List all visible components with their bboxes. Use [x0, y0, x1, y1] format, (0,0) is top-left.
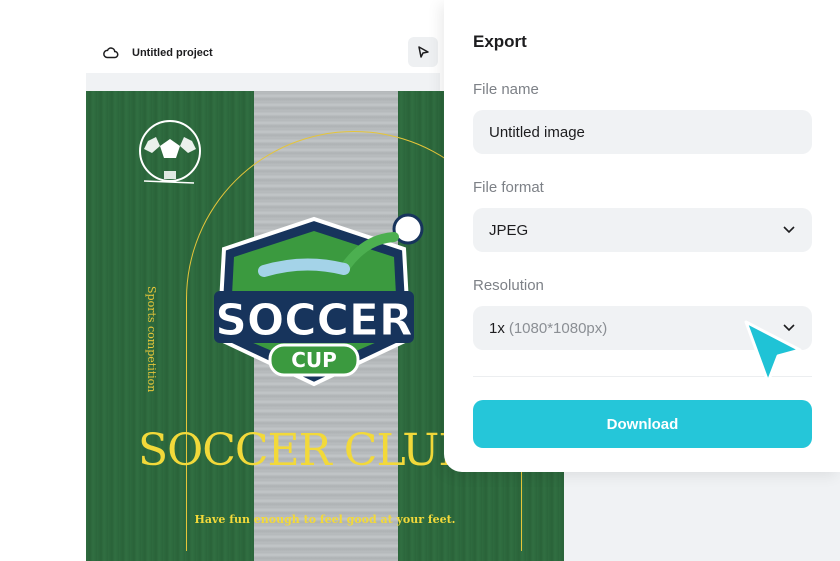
canvas-padding: [86, 73, 440, 91]
chevron-down-icon: [783, 226, 795, 234]
file-name-label: File name: [473, 81, 539, 98]
tagline: Have fun enough to feel good at your fee…: [194, 513, 456, 526]
export-title: Export: [473, 32, 527, 51]
resolution-label: Resolution: [473, 277, 544, 294]
file-format-value: JPEG: [489, 221, 529, 239]
editor-topbar: Untitled project: [86, 33, 440, 73]
soccer-ball-illustration: [139, 120, 201, 184]
file-format-label: File format: [473, 179, 544, 196]
vertical-caption: Sports competition: [145, 286, 158, 393]
export-panel: Export File name Untitled image File for…: [444, 0, 840, 472]
cursor-icon: [744, 320, 802, 384]
file-format-select[interactable]: JPEG: [473, 208, 812, 252]
badge-word: SOCCER: [215, 295, 413, 346]
soccer-cup-badge: SOCCER CUP: [214, 213, 424, 387]
file-name-value: Untitled image: [489, 123, 585, 141]
resolution-detail: (1080*1080px): [508, 319, 608, 337]
file-name-input[interactable]: Untitled image: [473, 110, 812, 154]
download-button[interactable]: Download: [473, 400, 812, 448]
pointer-icon: [418, 46, 429, 58]
pointer-tool-button[interactable]: [408, 37, 438, 67]
club-title: SOCCER CLUB: [138, 425, 471, 476]
badge-sub: CUP: [291, 348, 337, 372]
cloud-icon: [103, 47, 119, 59]
project-title[interactable]: Untitled project: [132, 47, 213, 59]
resolution-value: 1x: [489, 319, 505, 337]
